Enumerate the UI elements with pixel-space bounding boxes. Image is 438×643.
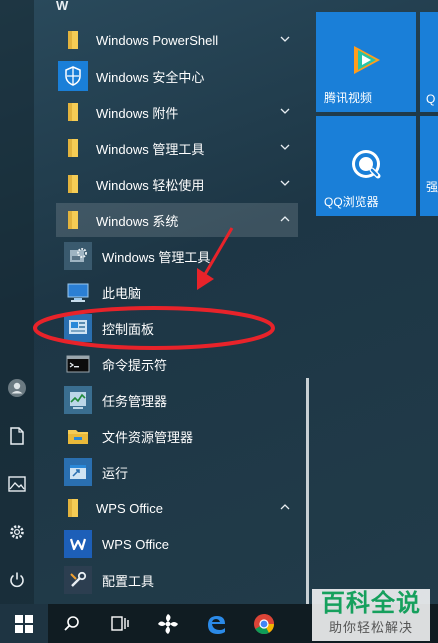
item-label: 任务管理器 [102, 393, 168, 409]
app-list-scrollbar[interactable] [306, 378, 309, 604]
user-icon[interactable] [5, 376, 29, 400]
item-label: 文件资源管理器 [102, 429, 194, 445]
chevron-down-icon[interactable] [278, 140, 292, 154]
tile-qq-browser[interactable]: QQ浏览器 [316, 116, 416, 216]
search-icon[interactable] [48, 604, 96, 643]
folder-icon [58, 133, 88, 163]
folder-icon [58, 25, 88, 55]
item-label: Windows 管理工具 [102, 249, 211, 265]
item-label: WPS Office [102, 536, 169, 552]
tencent-video-icon [354, 46, 380, 74]
power-icon[interactable] [5, 568, 29, 592]
app-wps-office-group[interactable]: WPS Office [56, 491, 298, 525]
section-letter[interactable]: W [56, 0, 68, 13]
tile-label: 强 [426, 180, 438, 194]
app-label: WPS Office [96, 500, 163, 516]
tile-label: QQ浏览器 [324, 195, 379, 209]
app-windows-powershell[interactable]: Windows PowerShell [56, 23, 298, 57]
run-icon [64, 458, 92, 486]
item-label: 运行 [102, 465, 129, 481]
tile-partial-qiang[interactable]: 强 [420, 116, 438, 216]
pictures-icon[interactable] [5, 472, 29, 496]
app-label: Windows PowerShell [96, 32, 219, 48]
admin-tools-icon [64, 242, 92, 270]
app-windows-system[interactable]: Windows 系统 [56, 203, 298, 237]
document-icon[interactable] [5, 424, 29, 448]
tile-label: Q [426, 92, 436, 106]
control-panel-icon [64, 314, 92, 342]
shield-icon [58, 61, 88, 91]
computer-icon [64, 278, 92, 306]
system-item-admin-tools[interactable]: Windows 管理工具 [64, 239, 298, 273]
app-label: Windows 轻松使用 [96, 177, 205, 193]
config-tool-icon [64, 566, 92, 594]
chevron-up-icon[interactable] [278, 212, 292, 226]
app-label: Windows 系统 [96, 213, 179, 229]
folder-icon [58, 205, 88, 235]
qq-browser-icon [352, 150, 381, 179]
chevron-down-icon[interactable] [278, 176, 292, 190]
task-view-icon[interactable] [96, 604, 144, 643]
wps-item-config-tool[interactable]: 配置工具 [64, 563, 298, 597]
folder-icon [58, 97, 88, 127]
tile-label: 腾讯视频 [324, 91, 373, 105]
item-label: 命令提示符 [102, 357, 168, 373]
edge-icon[interactable] [192, 604, 240, 643]
wps-icon [64, 530, 92, 558]
system-item-this-pc[interactable]: 此电脑 [64, 275, 298, 309]
wps-item-wps-office[interactable]: WPS Office [64, 527, 298, 561]
watermark-title: 百科全说 [321, 590, 421, 617]
item-label: 配置工具 [102, 573, 155, 589]
item-label: 此电脑 [102, 285, 142, 301]
app-windows-admin-tools[interactable]: Windows 管理工具 [56, 131, 298, 165]
system-item-control-panel[interactable]: 控制面板 [64, 311, 298, 345]
app-label: Windows 附件 [96, 105, 179, 121]
app-list: W Windows PowerShell Windows 安全中心 Window… [34, 0, 306, 604]
app-windows-security[interactable]: Windows 安全中心 [56, 59, 298, 93]
tile-tencent-video[interactable]: 腾讯视频 [316, 12, 416, 112]
chevron-down-icon[interactable] [278, 104, 292, 118]
fan-app-icon[interactable] [144, 604, 192, 643]
cmd-icon [64, 350, 92, 378]
settings-icon[interactable] [5, 520, 29, 544]
app-label: Windows 管理工具 [96, 141, 205, 157]
windows-start-icon[interactable] [0, 604, 48, 643]
watermark: 百科全说 助你轻松解决 [312, 589, 430, 641]
file-explorer-icon [64, 422, 92, 450]
folder-icon [58, 169, 88, 199]
chevron-up-icon[interactable] [278, 500, 292, 514]
system-item-file-explorer[interactable]: 文件资源管理器 [64, 419, 298, 453]
start-left-rail [0, 0, 34, 604]
system-item-command-prompt[interactable]: 命令提示符 [64, 347, 298, 381]
app-windows-ease-of-access[interactable]: Windows 轻松使用 [56, 167, 298, 201]
chevron-down-icon[interactable] [278, 32, 292, 46]
watermark-subtitle: 助你轻松解决 [328, 620, 413, 635]
tile-partial-q[interactable]: Q [420, 12, 438, 112]
item-label: 控制面板 [102, 321, 155, 337]
chrome-icon[interactable] [240, 604, 288, 643]
task-manager-icon [64, 386, 92, 414]
app-label: Windows 安全中心 [96, 69, 205, 85]
app-windows-accessories[interactable]: Windows 附件 [56, 95, 298, 129]
folder-icon [58, 493, 88, 523]
system-item-run[interactable]: 运行 [64, 455, 298, 489]
system-item-task-manager[interactable]: 任务管理器 [64, 383, 298, 417]
